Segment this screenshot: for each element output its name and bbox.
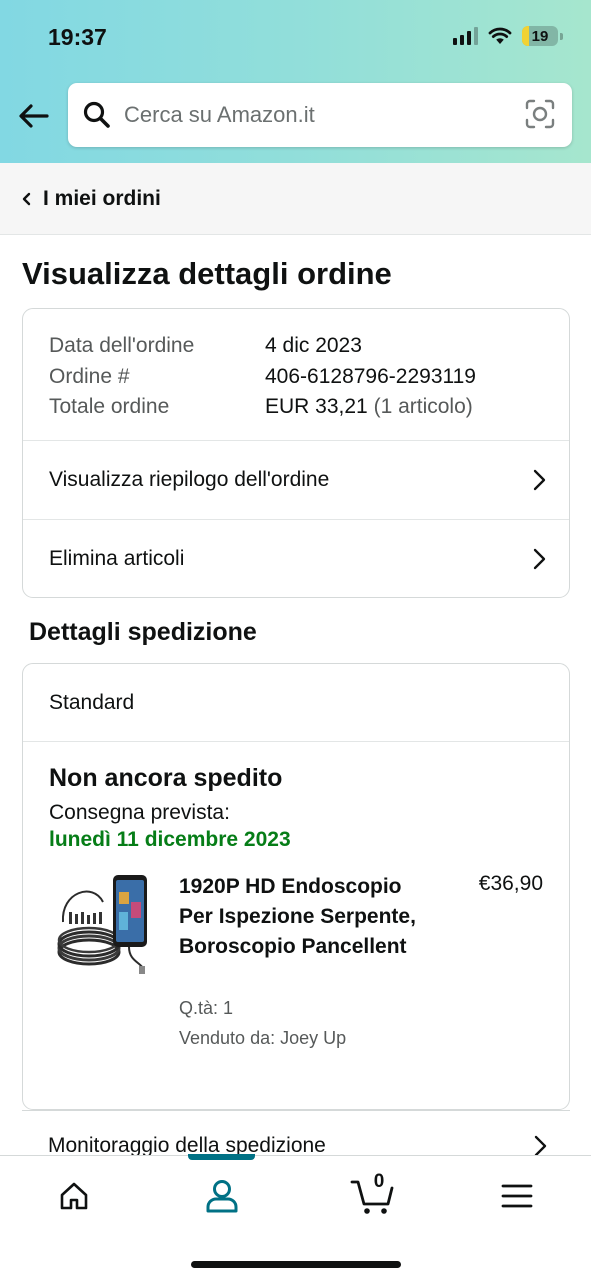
nav-cart[interactable]: 0: [340, 1171, 404, 1218]
cart-count: 0: [373, 1171, 385, 1192]
shipment-tracking-label: Monitoraggio della spedizione: [48, 1133, 326, 1157]
product-price: €36,90: [478, 872, 543, 895]
account-icon: [206, 1180, 238, 1213]
order-item-count: (1 articolo): [373, 395, 473, 418]
nav-menu[interactable]: [487, 1174, 547, 1218]
battery-icon: 19: [522, 26, 558, 46]
order-total-row: Totale ordine EUR 33,21 (1 articolo): [49, 392, 543, 423]
shipping-section-title: Dettagli spedizione: [29, 618, 257, 646]
cellular-signal-icon: [453, 27, 478, 45]
active-tab-indicator: [188, 1154, 255, 1160]
product-quantity: Q.tà: 1: [179, 998, 234, 1018]
delivery-date: lunedì 11 dicembre 2023: [49, 828, 291, 851]
camera-scan-icon[interactable]: [524, 98, 556, 130]
battery-tip: [560, 32, 563, 40]
product-image[interactable]: [53, 872, 153, 980]
menu-icon: [501, 1184, 533, 1208]
order-date-row: Data dell'ordine 4 dic 2023: [49, 331, 543, 362]
info-key: Data dell'ordine: [49, 334, 195, 357]
order-number-row: Ordine # 406-6128796-2293119: [49, 362, 543, 393]
product-seller: Venduto da: Joey Up: [179, 1028, 347, 1048]
breadcrumb[interactable]: I miei ordini: [0, 163, 591, 235]
chevron-left-icon: [22, 192, 31, 205]
shipment-status-block: Non ancora spedito Consegna prevista: lu…: [23, 742, 569, 1072]
breadcrumb-label: I miei ordini: [43, 186, 161, 210]
battery-level: 19: [531, 27, 549, 45]
chevron-right-icon: [534, 1135, 547, 1156]
search-icon: [83, 101, 110, 128]
order-summary-link[interactable]: Visualizza riepilogo dell'ordine: [23, 441, 569, 519]
wifi-icon: [488, 27, 512, 44]
product-title[interactable]: 1920P HD Endoscopio Per Ispezione Serpen…: [179, 872, 439, 963]
home-icon: [60, 1182, 88, 1210]
arrow-left-icon[interactable]: [16, 98, 52, 134]
chevron-right-icon: [533, 469, 546, 491]
home-indicator: [191, 1261, 401, 1268]
info-key: Totale ordine: [49, 395, 170, 418]
cart-wrapper: 0: [350, 1171, 394, 1216]
chevron-right-icon: [533, 548, 546, 569]
app-header: 19:37 19: [0, 0, 591, 163]
order-item: 1920P HD Endoscopio Per Ispezione Serpen…: [49, 872, 543, 1072]
delivery-label: Consegna prevista:: [49, 801, 230, 824]
nav-account[interactable]: [192, 1174, 252, 1218]
info-key: Ordine #: [49, 364, 130, 388]
search-input[interactable]: [124, 102, 504, 128]
shipping-type: Standard: [23, 664, 569, 742]
order-date-value: 4 dic 2023: [265, 334, 362, 357]
order-info-grid: Data dell'ordine 4 dic 2023 Ordine # 406…: [23, 309, 569, 441]
shipment-status: Non ancora spedito: [49, 764, 283, 792]
delete-items-link[interactable]: Elimina articoli: [23, 519, 569, 597]
status-time: 19:37: [48, 24, 107, 50]
page-title: Visualizza dettagli ordine: [22, 256, 392, 291]
delete-items-label: Elimina articoli: [49, 546, 185, 570]
order-info-card: Data dell'ordine 4 dic 2023 Ordine # 406…: [22, 308, 570, 598]
search-bar[interactable]: [68, 83, 572, 147]
order-total-amount: EUR 33,21: [265, 395, 368, 418]
status-indicators: 19: [453, 26, 563, 46]
order-total-value: EUR 33,21 (1 articolo): [265, 392, 473, 423]
nav-home[interactable]: [44, 1174, 104, 1218]
order-summary-label: Visualizza riepilogo dell'ordine: [49, 468, 330, 491]
shipping-card: Standard Non ancora spedito Consegna pre…: [22, 663, 570, 1110]
order-number-value: 406-6128796-2293119: [265, 364, 476, 388]
